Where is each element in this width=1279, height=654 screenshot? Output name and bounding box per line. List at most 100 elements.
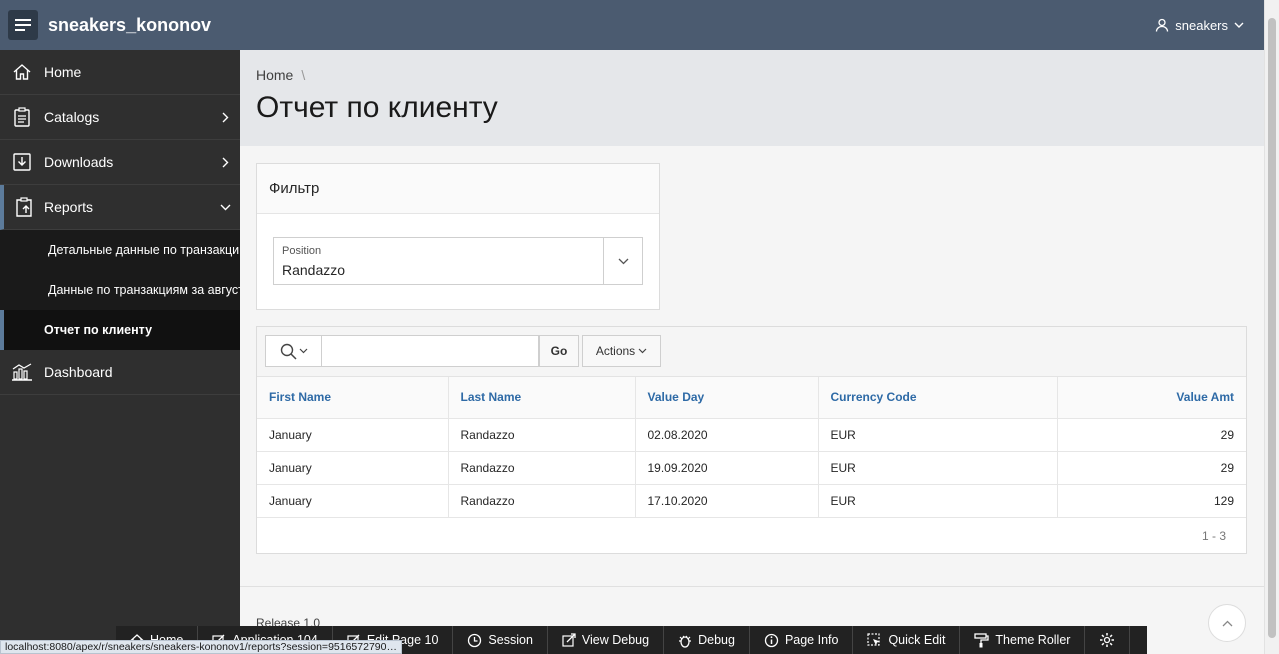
report-search-input[interactable] [321,335,539,367]
cell-value-day: 17.10.2020 [635,484,819,518]
devbar-label: Session [488,633,533,647]
sidebar-subitem-transaction-details[interactable]: Детальные данные по транзакци… [0,230,240,270]
go-button[interactable]: Go [539,335,579,367]
position-select[interactable]: Position Randazzo [273,237,643,285]
sidebar-item-label: Home [44,64,82,80]
devbar-label: Page Info [784,633,839,647]
chevron-right-icon [222,112,228,122]
page-hero: Home \ Отчет по клиенту [240,50,1264,146]
browser-status-url: localhost:8080/apex/r/sneakers/sneakers-… [0,640,402,654]
cursor-select-icon [867,632,881,646]
bug-icon [679,635,692,648]
breadcrumb: Home \ [256,50,1264,83]
breadcrumb-home-link[interactable]: Home [256,67,293,83]
external-link-icon [562,633,576,647]
chevron-down-icon [299,348,307,354]
devbar-label: Theme Roller [995,633,1071,647]
clipboard-upload-icon [16,197,32,217]
client-report-region: Go Actions First Name Last Name Value Da… [256,326,1247,554]
sidebar-item-label: Dashboard [44,364,113,380]
hamburger-icon [15,19,31,31]
report-toolbar: Go Actions [257,327,1246,377]
breadcrumb-separator: \ [301,67,306,83]
scroll-to-top-button[interactable] [1208,604,1246,642]
sidebar-item-label: Reports [44,199,94,215]
sidebar-item-home[interactable]: Home [0,50,240,95]
chevron-right-icon [222,157,228,167]
cell-value-amt: 29 [1057,418,1246,452]
cell-currency-code: EUR [818,418,1058,452]
scroll-thumb[interactable] [1268,18,1276,638]
table-row: January Randazzo 17.10.2020 EUR 129 [257,484,1246,518]
top-header: sneakers_kononov sneakers [0,0,1264,50]
sidebar-subitem-august-transactions[interactable]: Данные по транзакциям за август [0,270,240,310]
cell-value-amt: 129 [1057,484,1246,518]
cell-first-name: January [257,451,449,485]
devbar-page-info[interactable]: Page Info [750,626,854,654]
chevron-down-icon [220,204,230,210]
chevron-down-icon [638,348,647,354]
pagination-info: 1 - 3 [1201,529,1226,543]
user-icon [1156,18,1169,32]
download-icon [13,153,31,171]
page-scrollbar[interactable] [1264,0,1279,654]
devbar-label: Quick Edit [888,633,946,647]
user-menu[interactable]: sneakers [1155,0,1244,50]
devbar-view-debug[interactable]: View Debug [548,626,665,654]
sidebar-item-label: Downloads [44,154,114,170]
filter-region: Фильтр Position Randazzo [256,163,660,310]
position-label: Position [282,245,322,257]
clock-icon [468,633,482,647]
footer-divider [240,586,1264,587]
devbar-quick-edit[interactable]: Quick Edit [853,626,961,654]
table-row: January Randazzo 02.08.2020 EUR 29 [257,418,1246,452]
actions-menu-button[interactable]: Actions [582,335,661,367]
actions-label: Actions [595,344,636,358]
cell-last-name: Randazzo [448,418,636,452]
column-header-currency-code[interactable]: Currency Code [818,377,1058,419]
sidebar-item-catalogs[interactable]: Catalogs [0,95,240,140]
cell-value-day: 02.08.2020 [635,418,819,452]
cell-currency-code: EUR [818,451,1058,485]
position-value: Randazzo [282,262,346,278]
filter-region-title: Фильтр [257,164,659,214]
clipboard-list-icon [14,107,30,127]
devbar-debug[interactable]: Debug [664,626,750,654]
gear-icon [1100,633,1115,647]
cell-first-name: January [257,418,449,452]
user-name: sneakers [1175,17,1228,33]
cell-first-name: January [257,484,449,518]
sidebar-item-dashboard[interactable]: Dashboard [0,350,240,395]
reports-submenu: Детальные данные по транзакци… Данные по… [0,230,240,350]
cell-last-name: Randazzo [448,484,636,518]
cell-value-amt: 29 [1057,451,1246,485]
devbar-label: Debug [698,633,735,647]
app-title[interactable]: sneakers_kononov [48,15,211,36]
bar-chart-icon [12,363,32,381]
menu-toggle-button[interactable] [8,10,38,40]
paint-roller-icon [974,632,990,647]
devbar-theme-roller[interactable]: Theme Roller [960,626,1086,654]
table-row: January Randazzo 19.09.2020 EUR 29 [257,451,1246,485]
cell-last-name: Randazzo [448,451,636,485]
search-icon [280,343,297,360]
chevron-up-icon [1222,620,1232,626]
position-dropdown-button[interactable] [603,238,642,284]
column-header-first-name[interactable]: First Name [257,377,449,419]
cell-value-day: 19.09.2020 [635,451,819,485]
column-header-value-day[interactable]: Value Day [635,377,819,419]
devbar-session[interactable]: Session [453,626,548,654]
devbar-label: View Debug [581,633,650,647]
column-header-value-amt[interactable]: Value Amt [1057,377,1246,419]
cell-currency-code: EUR [818,484,1058,518]
main-content: Home \ Отчет по клиенту Фильтр Position … [240,50,1264,654]
report-table: First Name Last Name Value Day Currency … [257,377,1246,518]
search-column-button[interactable] [265,335,321,367]
devbar-settings[interactable] [1085,626,1131,654]
sidebar-item-downloads[interactable]: Downloads [0,140,240,185]
sidebar-item-reports[interactable]: Reports [0,185,240,230]
table-header-row: First Name Last Name Value Day Currency … [257,377,1246,419]
page-title: Отчет по клиенту [256,91,498,124]
column-header-last-name[interactable]: Last Name [448,377,636,419]
sidebar-subitem-client-report[interactable]: Отчет по клиенту [0,310,240,350]
